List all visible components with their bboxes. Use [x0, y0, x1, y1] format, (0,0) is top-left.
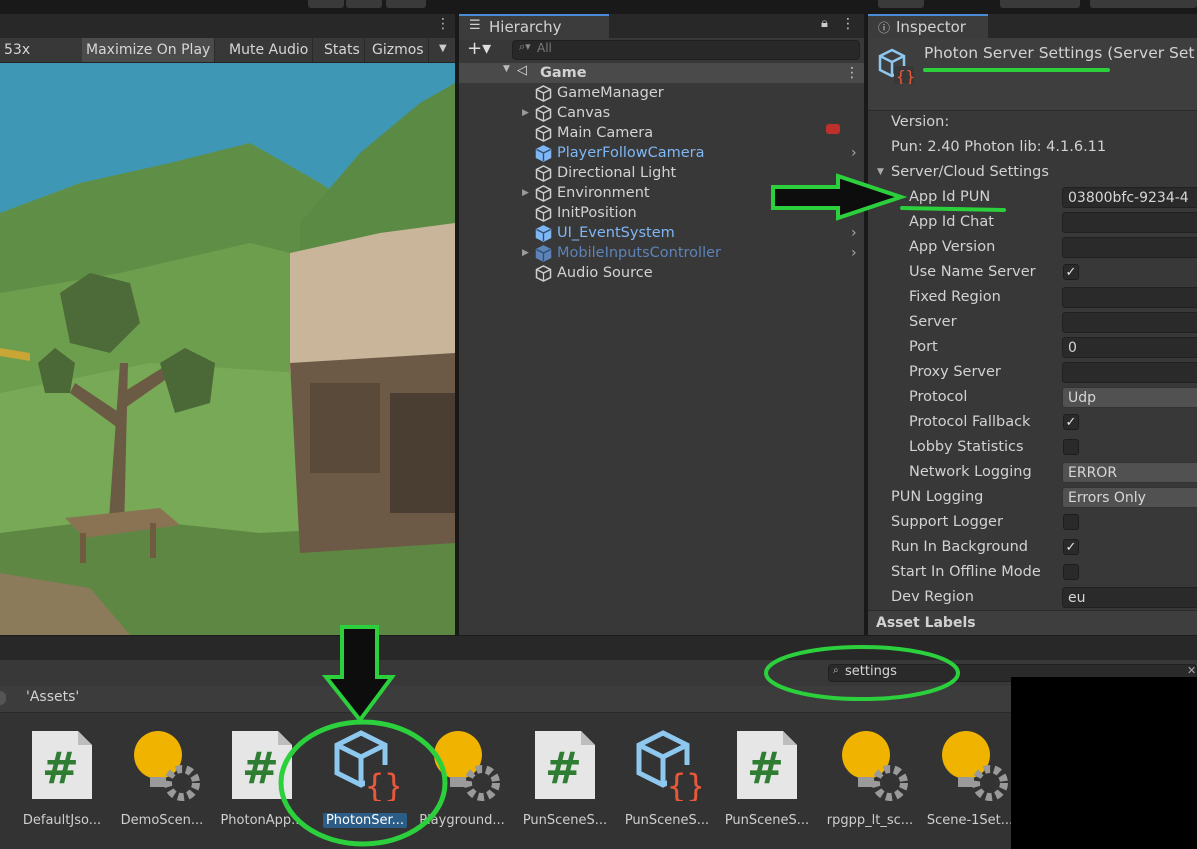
- redacted-area: [1011, 677, 1197, 849]
- highlight-underline: [900, 206, 1006, 212]
- arrow-down-icon: [321, 625, 396, 724]
- highlight-ellipse: [764, 645, 960, 701]
- arrow-right-icon: [771, 173, 908, 221]
- highlight-ellipse: [278, 719, 448, 847]
